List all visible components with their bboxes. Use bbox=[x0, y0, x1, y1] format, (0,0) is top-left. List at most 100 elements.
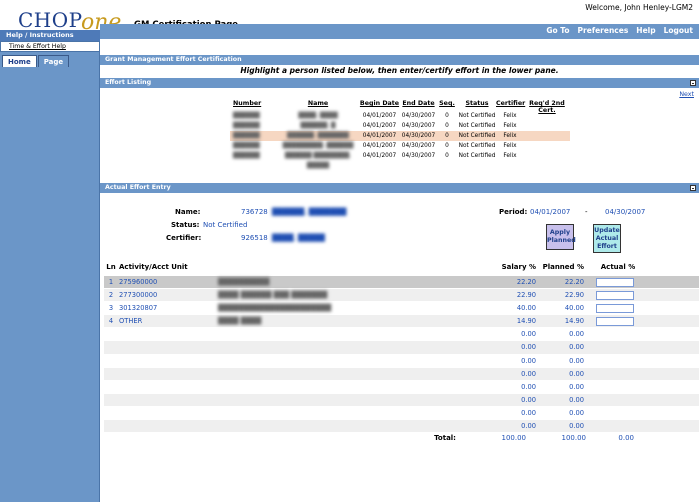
listing-row[interactable]: ██████ ████, ████ 04/01/2007 04/30/2007 0 Not… bbox=[230, 111, 570, 121]
listing-certifier: Felix bbox=[503, 143, 517, 149]
col-reqd-2nd-cert[interactable]: Req'd 2nd Cert. bbox=[524, 100, 570, 114]
listing-end-date: 04/30/2007 bbox=[401, 143, 436, 149]
col-seq[interactable]: Seq. bbox=[436, 100, 458, 111]
logout-link[interactable]: Logout bbox=[664, 26, 693, 35]
listing-number: ██████ bbox=[233, 113, 260, 119]
minimize-icon[interactable] bbox=[690, 80, 696, 86]
listing-reqd-2nd-cert bbox=[524, 111, 570, 121]
grid-row: 0.00 0.00 bbox=[104, 379, 699, 393]
tab-page[interactable]: Page bbox=[37, 55, 70, 67]
grid-planned: 0.00 bbox=[569, 330, 584, 339]
gm-section-title: Grant Management Effort Certification bbox=[105, 56, 242, 63]
minimize-icon[interactable] bbox=[690, 185, 696, 191]
grid-ln: 2 bbox=[108, 291, 114, 300]
grid-planned: 22.20 bbox=[564, 278, 584, 286]
listing-seq: 0 bbox=[445, 153, 449, 159]
grid-unit bbox=[218, 381, 478, 393]
grid-activity bbox=[118, 381, 218, 393]
instruction-text: Highlight a person listed below, then en… bbox=[240, 66, 559, 75]
listing-certifier: Felix bbox=[503, 113, 517, 119]
sidebar-tabs: Home Page bbox=[2, 55, 70, 67]
grid-ln bbox=[104, 407, 118, 419]
col-name[interactable]: Name bbox=[278, 100, 358, 111]
listing-row[interactable]: ██████ ██████ ████████, █████ 04/01/2007 04… bbox=[230, 151, 570, 169]
actual-percent-input[interactable] bbox=[596, 278, 634, 287]
apply-planned-button[interactable]: Apply Planned bbox=[546, 224, 576, 250]
listing-row[interactable]: ██████ █████████, ██████ 04/01/2007 04/30/2… bbox=[230, 141, 570, 151]
grid-ln: 1 bbox=[108, 278, 114, 286]
grid-actual-cell bbox=[588, 302, 688, 314]
col-ln: Ln bbox=[106, 263, 116, 271]
certifier-label: Certifier: bbox=[166, 234, 202, 242]
actual-percent-input[interactable] bbox=[596, 304, 634, 314]
listing-reqd-2nd-cert bbox=[524, 121, 570, 131]
listing-seq: 0 bbox=[445, 133, 449, 139]
name-number: 736728 bbox=[241, 208, 268, 216]
grid-actual-cell bbox=[588, 341, 688, 353]
grid-row: 0.00 0.00 bbox=[104, 327, 699, 341]
grid-salary: 0.00 bbox=[521, 356, 536, 365]
preferences-link[interactable]: Preferences bbox=[578, 26, 629, 35]
col-end-date[interactable]: End Date bbox=[401, 100, 436, 111]
grid-row: 2 277300000 ████ ██████ ███ ███████ 22.90 22… bbox=[104, 288, 699, 302]
grid-unit: ██████████ bbox=[218, 278, 270, 286]
listing-reqd-2nd-cert bbox=[524, 151, 570, 161]
grid-planned: 0.00 bbox=[569, 343, 584, 352]
grid-planned: 22.90 bbox=[564, 291, 584, 300]
grid-actual-cell bbox=[588, 355, 688, 367]
listing-row[interactable]: ██████ ██████, ███████ 04/01/2007 04/30/200… bbox=[230, 131, 570, 141]
actual-percent-input[interactable] bbox=[596, 317, 634, 327]
listing-seq: 0 bbox=[445, 113, 449, 119]
grid-unit bbox=[218, 328, 478, 340]
listing-end-date: 04/30/2007 bbox=[401, 133, 436, 139]
col-number[interactable]: Number bbox=[230, 100, 278, 111]
certifier-number: 926518 bbox=[241, 234, 268, 242]
listing-row[interactable]: ██████ ██████, █ 04/01/2007 04/30/2007 0 Not … bbox=[230, 121, 570, 131]
grid-activity bbox=[118, 368, 218, 380]
listing-status: Not Certified bbox=[458, 123, 496, 129]
grid-unit: ██████████████████████ bbox=[218, 304, 332, 313]
grid-unit bbox=[218, 341, 478, 353]
grid-header-row: Ln Activity/Acct Unit Salary % Planned %… bbox=[104, 263, 699, 275]
listing-seq: 0 bbox=[445, 143, 449, 149]
listing-name: ██████, ███████ bbox=[287, 133, 349, 139]
col-certifier[interactable]: Certifier bbox=[496, 100, 525, 111]
grid-activity bbox=[118, 420, 218, 432]
grid-planned: 0.00 bbox=[569, 422, 584, 431]
grid-actual-cell bbox=[588, 276, 688, 288]
grid-planned: 0.00 bbox=[569, 369, 584, 378]
listing-certifier: Felix bbox=[503, 123, 517, 129]
listing-status: Not Certified bbox=[458, 133, 496, 139]
listing-begin-date: 04/01/2007 bbox=[362, 123, 397, 129]
grid-row: 0.00 0.00 bbox=[104, 366, 699, 380]
col-begin-date[interactable]: Begin Date bbox=[358, 100, 401, 111]
total-label: Total: bbox=[434, 434, 456, 443]
welcome-text: Welcome, John Henley-LGM2 bbox=[585, 3, 693, 12]
grid-unit bbox=[218, 394, 478, 406]
period-label: Period: bbox=[499, 208, 528, 216]
grid-unit: ████ ████ bbox=[218, 317, 262, 326]
grid-actual-cell bbox=[588, 328, 688, 340]
grid-row: 1 275960000 ██████████ 22.20 22.20 bbox=[104, 275, 699, 289]
listing-end-date: 04/30/2007 bbox=[401, 153, 436, 159]
tab-home[interactable]: Home bbox=[2, 55, 37, 67]
listing-number: ██████ bbox=[233, 133, 260, 139]
grid-activity: OTHER bbox=[119, 317, 143, 326]
actual-effort-entry-header: Actual Effort Entry bbox=[100, 183, 699, 193]
update-actual-effort-button[interactable]: Update Actual Effort bbox=[593, 224, 621, 253]
goto-link[interactable]: Go To bbox=[546, 26, 569, 35]
grid-row: 3 301320807 ██████████████████████ 40.00 40.… bbox=[104, 301, 699, 315]
time-effort-help-link[interactable]: Time & Effort Help bbox=[0, 41, 100, 52]
period-start: 04/01/2007 bbox=[530, 208, 571, 216]
grid-ln: 3 bbox=[108, 304, 114, 313]
col-status[interactable]: Status bbox=[458, 100, 496, 111]
next-link[interactable]: Next bbox=[679, 91, 694, 98]
grid-salary: 0.00 bbox=[521, 408, 536, 417]
actual-percent-input[interactable] bbox=[596, 291, 634, 301]
name-label: Name: bbox=[175, 208, 201, 216]
grid-total-row: Total: 100.00 100.00 0.00 bbox=[104, 432, 699, 444]
help-link[interactable]: Help bbox=[636, 26, 655, 35]
grid-planned: 0.00 bbox=[569, 395, 584, 404]
grid-actual-cell bbox=[588, 394, 688, 406]
listing-header-row: Number Name Begin Date End Date Seq. Sta… bbox=[230, 100, 570, 114]
